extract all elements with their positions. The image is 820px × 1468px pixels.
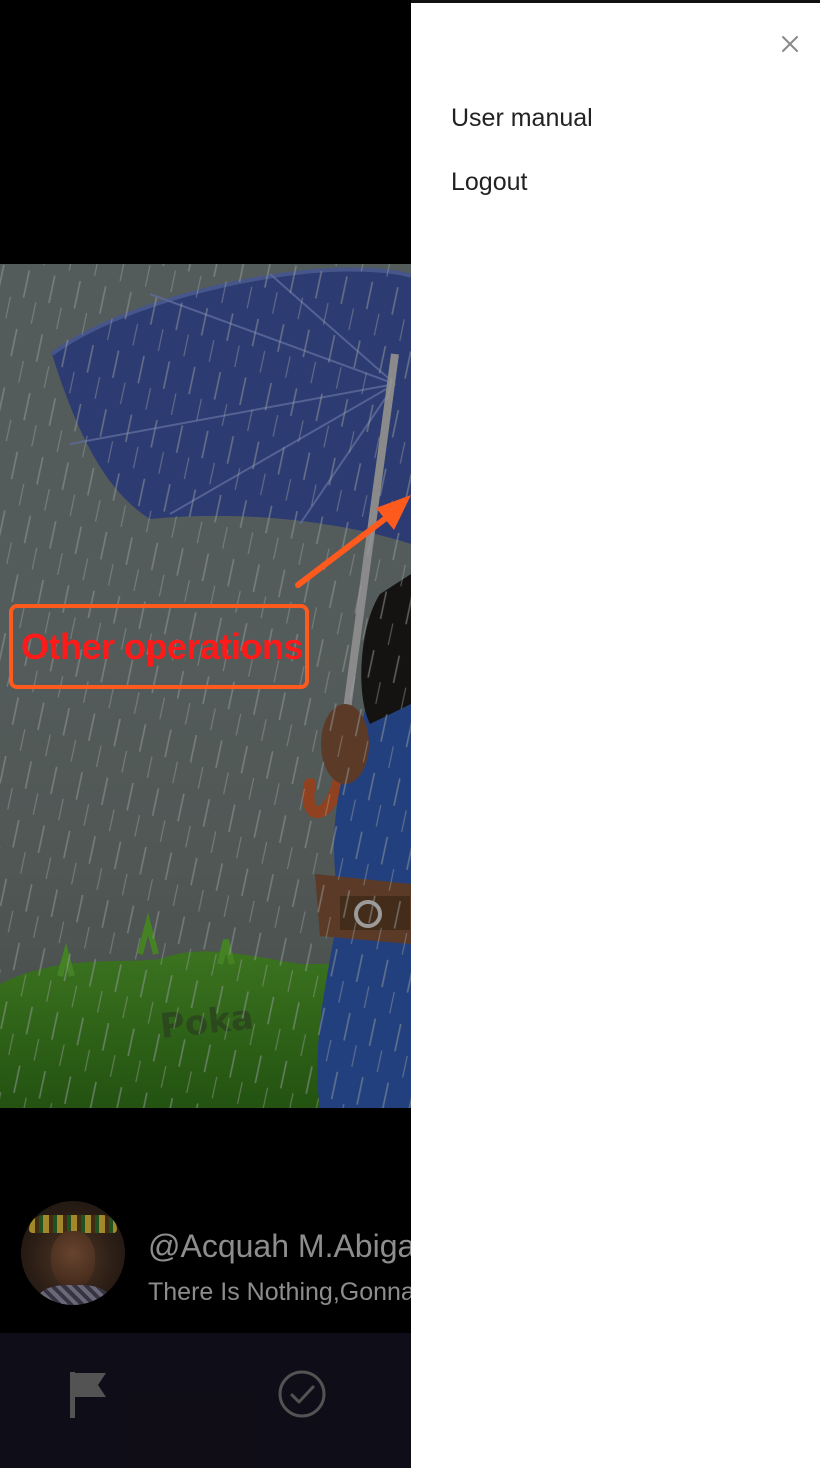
close-icon <box>782 36 798 52</box>
annotation-label: Other operations <box>21 625 304 667</box>
side-drawer: User manual Logout <box>411 0 820 1468</box>
annotation-box: Other operations <box>9 604 309 689</box>
menu-item-user-manual[interactable]: User manual <box>451 103 593 133</box>
menu-item-logout[interactable]: Logout <box>451 167 593 197</box>
drawer-menu: User manual Logout <box>451 103 593 231</box>
close-button[interactable] <box>777 31 803 57</box>
